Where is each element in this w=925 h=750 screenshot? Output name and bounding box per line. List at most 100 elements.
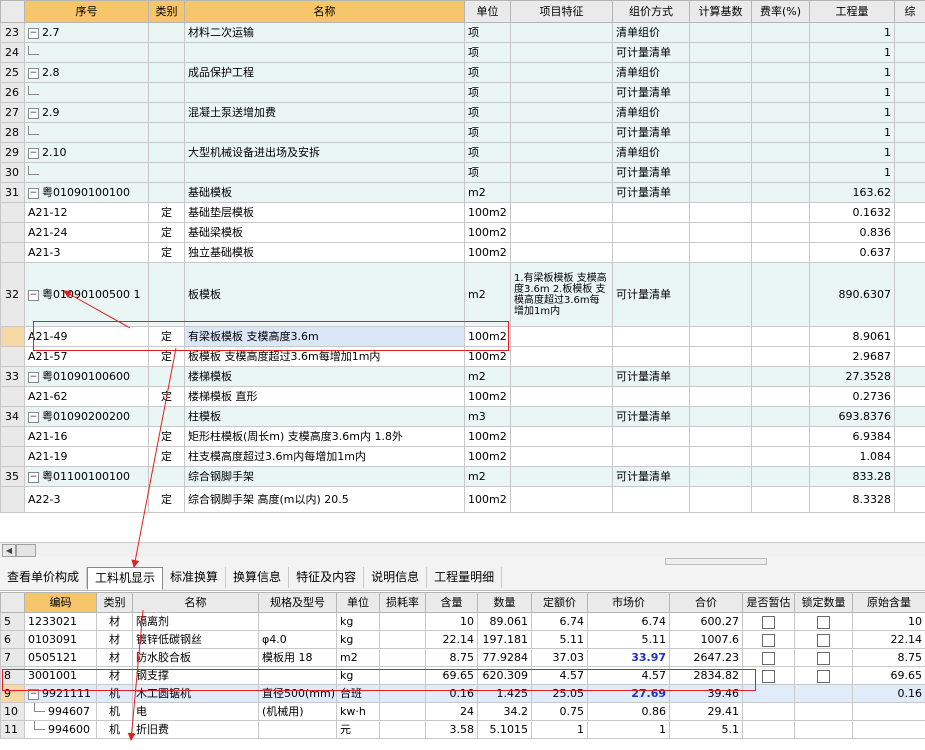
cell-extra[interactable] [894,466,925,487]
cell-extra[interactable] [894,366,925,387]
row-number[interactable] [0,346,25,367]
cell-feature[interactable] [510,102,613,123]
cell-feature[interactable] [510,142,613,163]
cell-qty[interactable]: 1.084 [809,446,895,467]
cell-qty[interactable]: 1 [809,162,895,183]
tab-unit-price[interactable]: 查看单价构成 [0,567,88,588]
cell-lock[interactable] [794,630,853,649]
tab-features[interactable]: 特征及内容 [289,567,365,588]
cell-extra[interactable] [894,122,925,143]
cell-spec[interactable] [258,666,337,685]
cell-base[interactable] [689,242,752,263]
cell-method[interactable] [612,326,690,347]
row-number[interactable]: 11 [0,720,25,739]
header-orig[interactable]: 原始含量 [852,592,925,613]
cell-unit[interactable]: 100m2 [464,222,511,243]
cell-rate[interactable] [751,182,810,203]
lock-checkbox[interactable] [817,633,830,647]
cell-seq[interactable]: A21-49 [24,326,149,347]
cell-unit[interactable]: m2 [464,262,511,327]
cell-extra[interactable] [894,406,925,427]
cell-extra[interactable] [894,426,925,447]
cell-type[interactable]: 定 [148,222,185,243]
cell-total[interactable]: 39.46 [669,684,743,703]
header-qty[interactable]: 工程量 [809,0,895,23]
cell-feature[interactable] [510,182,613,203]
cell-extra[interactable] [894,102,925,123]
cell-content[interactable]: 10 [425,612,478,631]
collapse-toggle-icon[interactable]: − [28,107,39,119]
collapse-toggle-icon[interactable]: − [28,27,39,39]
cell-loss[interactable] [379,630,426,649]
row-number[interactable]: 24 [0,42,25,63]
cell-qty[interactable]: 1 [809,42,895,63]
cell-base[interactable] [689,366,752,387]
row-number[interactable] [0,222,25,243]
cell-type[interactable]: 机 [96,702,133,721]
bill-row[interactable]: 34− 粤01090200200 柱模板 m3 可计量清单 693.8376 [0,406,925,427]
cell-unit[interactable]: m2 [464,466,511,487]
cell-rate[interactable] [751,162,810,183]
bill-row[interactable]: 32− 粤01090100500 1 板模板 m2 1.有梁板模板 支模高度3.6m 2… [0,262,925,327]
row-number[interactable]: 25 [0,62,25,83]
cell-seq[interactable]: A22-3 [24,486,149,513]
cell-unit[interactable]: kg [336,666,380,685]
cell-type[interactable]: 定 [148,386,185,407]
cell-type[interactable]: 定 [148,446,185,467]
cell-feature[interactable]: 1.有梁板模板 支模高度3.6m 2.板模板 支模高度超过3.6m每增加1m内 [510,262,613,327]
cell-code[interactable]: 0505121 [24,648,97,667]
row-number[interactable]: 9 [0,684,25,703]
cell-feature[interactable] [510,42,613,63]
cell-content[interactable]: 69.65 [425,666,478,685]
cell-extra[interactable] [894,486,925,513]
row-number[interactable]: 27 [0,102,25,123]
cell-unit[interactable]: 100m2 [464,326,511,347]
cell-method[interactable]: 可计量清单 [612,162,690,183]
cell-qty[interactable]: 0.2736 [809,386,895,407]
cell-rate[interactable] [751,486,810,513]
cell-extra[interactable] [894,22,925,43]
cell-feature[interactable] [510,162,613,183]
cell-rate[interactable] [751,262,810,327]
cell-method[interactable] [612,222,690,243]
header-qty[interactable]: 数量 [477,592,532,613]
cell-base[interactable] [689,386,752,407]
cell-code[interactable]: 994607 [24,702,97,721]
cell-method[interactable]: 可计量清单 [612,366,690,387]
cell-unit[interactable]: 项 [464,42,511,63]
cell-rate[interactable] [751,102,810,123]
cell-name[interactable]: 混凝土泵送增加费 [184,102,465,123]
cell-estimate[interactable] [742,612,795,631]
cell-rate[interactable] [751,82,810,103]
cell-base[interactable] [689,406,752,427]
row-number[interactable] [0,426,25,447]
cell-unit[interactable]: 100m2 [464,446,511,467]
cell-method[interactable]: 清单组价 [612,102,690,123]
cell-method[interactable]: 可计量清单 [612,42,690,63]
cell-type[interactable]: 机 [96,684,133,703]
cell-name[interactable]: 木工圆锯机 [132,684,259,703]
header-estimate[interactable]: 是否暂估 [742,592,795,613]
cell-type[interactable] [148,102,185,123]
cell-name[interactable]: 防水胶合板 [132,648,259,667]
cell-estimate[interactable] [742,648,795,667]
bill-row[interactable]: A21-19 定柱支模高度超过3.6m内每增加1m内 100m2 1.084 [0,446,925,467]
cell-name[interactable]: 隔离剂 [132,612,259,631]
collapse-toggle-icon[interactable]: − [28,67,39,79]
cell-feature[interactable] [510,222,613,243]
cell-name[interactable]: 材料二次运输 [184,22,465,43]
bill-row[interactable]: 33− 粤01090100600 楼梯模板 m2 可计量清单 27.3528 [0,366,925,387]
cell-spec[interactable]: (机械用) [258,702,337,721]
cell-lock[interactable] [794,702,853,721]
cell-orig[interactable]: 0.16 [852,684,925,703]
header-name[interactable]: 名称 [184,0,465,23]
cell-rate[interactable] [751,202,810,223]
cell-unit[interactable]: m3 [464,406,511,427]
cell-unit[interactable]: 台班 [336,684,380,703]
cell-quota-price[interactable]: 0.75 [531,702,588,721]
cell-extra[interactable] [894,42,925,63]
cell-spec[interactable] [258,612,337,631]
cell-unit[interactable]: 100m2 [464,202,511,223]
cell-base[interactable] [689,122,752,143]
cell-orig[interactable]: 10 [852,612,925,631]
